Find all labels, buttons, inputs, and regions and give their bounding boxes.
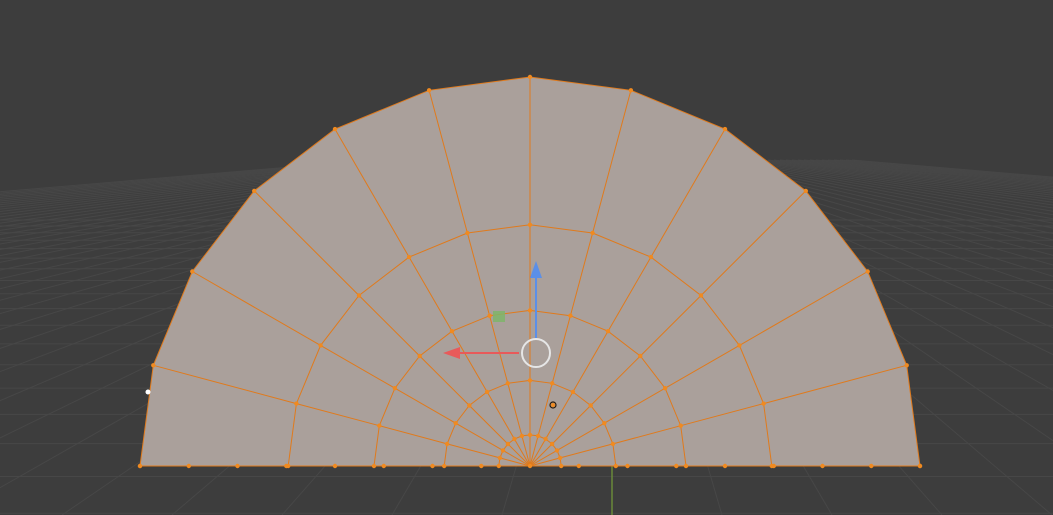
mesh-vertex[interactable]: [235, 463, 240, 469]
mesh-vertex[interactable]: [318, 343, 323, 348]
mesh-vertex[interactable]: [554, 448, 560, 453]
mesh-vertex[interactable]: [628, 88, 634, 93]
mesh-vertex[interactable]: [638, 353, 643, 359]
mesh-vertex[interactable]: [613, 463, 618, 469]
mesh-vertex[interactable]: [186, 463, 191, 469]
mesh-vertex[interactable]: [527, 432, 533, 438]
viewport-canvas[interactable]: [0, 0, 1053, 515]
mesh-vertex[interactable]: [332, 126, 338, 132]
mesh-vertex[interactable]: [505, 381, 510, 386]
mesh-vertex[interactable]: [487, 313, 492, 318]
mesh-vertex[interactable]: [570, 389, 576, 395]
vertex-cursor-icon[interactable]: [145, 389, 151, 395]
mesh-vertex[interactable]: [500, 448, 506, 453]
mesh-vertex[interactable]: [698, 293, 704, 298]
mesh-vertex[interactable]: [543, 436, 548, 442]
mesh-vertex[interactable]: [151, 363, 156, 368]
mesh-vertex[interactable]: [722, 126, 728, 132]
mesh-vertex[interactable]: [674, 463, 679, 469]
mesh-vertex[interactable]: [190, 269, 195, 274]
mesh-vertex[interactable]: [252, 188, 257, 194]
mesh-vertex[interactable]: [602, 421, 607, 426]
mesh-vertex[interactable]: [557, 455, 563, 461]
mesh-vertex[interactable]: [377, 423, 382, 428]
mesh-vertex[interactable]: [865, 269, 870, 274]
mesh-vertex[interactable]: [332, 463, 338, 469]
mesh-vertex[interactable]: [430, 463, 435, 469]
mesh-vertex[interactable]: [449, 329, 455, 334]
mesh-vertex[interactable]: [559, 463, 564, 469]
mesh-vertex[interactable]: [519, 433, 525, 439]
half-disc-mesh[interactable]: [137, 74, 923, 469]
mesh-vertex[interactable]: [294, 401, 299, 406]
mesh-vertex[interactable]: [683, 463, 689, 469]
mesh-vertex[interactable]: [648, 254, 654, 260]
mesh-vertex[interactable]: [662, 386, 668, 391]
mesh-vertex[interactable]: [284, 463, 289, 469]
mesh-vertex[interactable]: [678, 423, 683, 428]
3d-viewport[interactable]: [0, 0, 1053, 515]
pivot-point-inner-icon: [551, 403, 555, 407]
mesh-vertex[interactable]: [505, 441, 511, 447]
mesh-vertex[interactable]: [371, 463, 377, 469]
mesh-vertex[interactable]: [576, 463, 581, 469]
mesh-vertex[interactable]: [496, 463, 501, 469]
mesh-vertex[interactable]: [381, 463, 386, 469]
mesh-vertex[interactable]: [625, 463, 630, 469]
mesh-vertex[interactable]: [550, 381, 555, 386]
mesh-vertex[interactable]: [465, 230, 470, 236]
mesh-vertex[interactable]: [869, 463, 874, 469]
mesh-vertex[interactable]: [512, 436, 517, 442]
mesh-vertex[interactable]: [426, 88, 432, 93]
xz-plane-handle[interactable]: [493, 311, 505, 322]
mesh-vertex[interactable]: [392, 386, 398, 391]
mesh-vertex[interactable]: [453, 421, 458, 426]
mesh-vertex[interactable]: [535, 433, 541, 439]
mesh-vertex[interactable]: [610, 441, 616, 447]
mesh-vertex[interactable]: [527, 463, 533, 469]
mesh-vertex[interactable]: [497, 455, 503, 461]
mesh-vertex[interactable]: [467, 403, 472, 408]
mesh-vertex[interactable]: [479, 463, 484, 469]
mesh-vertex[interactable]: [917, 463, 923, 469]
mesh-vertex[interactable]: [568, 313, 573, 318]
mesh-vertex[interactable]: [549, 441, 555, 447]
mesh-vertex[interactable]: [417, 353, 422, 359]
mesh-vertex[interactable]: [484, 389, 490, 395]
mesh-vertex[interactable]: [527, 74, 533, 80]
mesh-vertex[interactable]: [527, 222, 533, 227]
mesh-vertex[interactable]: [527, 378, 533, 383]
mesh-vertex[interactable]: [406, 254, 412, 260]
mesh-vertex[interactable]: [820, 463, 825, 469]
mesh-vertex[interactable]: [442, 463, 447, 469]
mesh-vertex[interactable]: [771, 463, 776, 469]
mesh-vertex[interactable]: [356, 293, 362, 298]
mesh-vertex[interactable]: [737, 343, 742, 348]
mesh-vertex[interactable]: [590, 230, 595, 236]
mesh-vertex[interactable]: [803, 188, 808, 194]
mesh-vertex[interactable]: [904, 363, 909, 368]
mesh-vertex[interactable]: [605, 329, 611, 334]
mesh-vertex[interactable]: [137, 463, 143, 469]
mesh-vertex[interactable]: [722, 463, 728, 469]
mesh-vertex[interactable]: [761, 401, 766, 406]
mesh-vertex[interactable]: [527, 308, 533, 313]
mesh-vertex[interactable]: [588, 403, 593, 408]
mesh-vertex[interactable]: [444, 441, 450, 447]
